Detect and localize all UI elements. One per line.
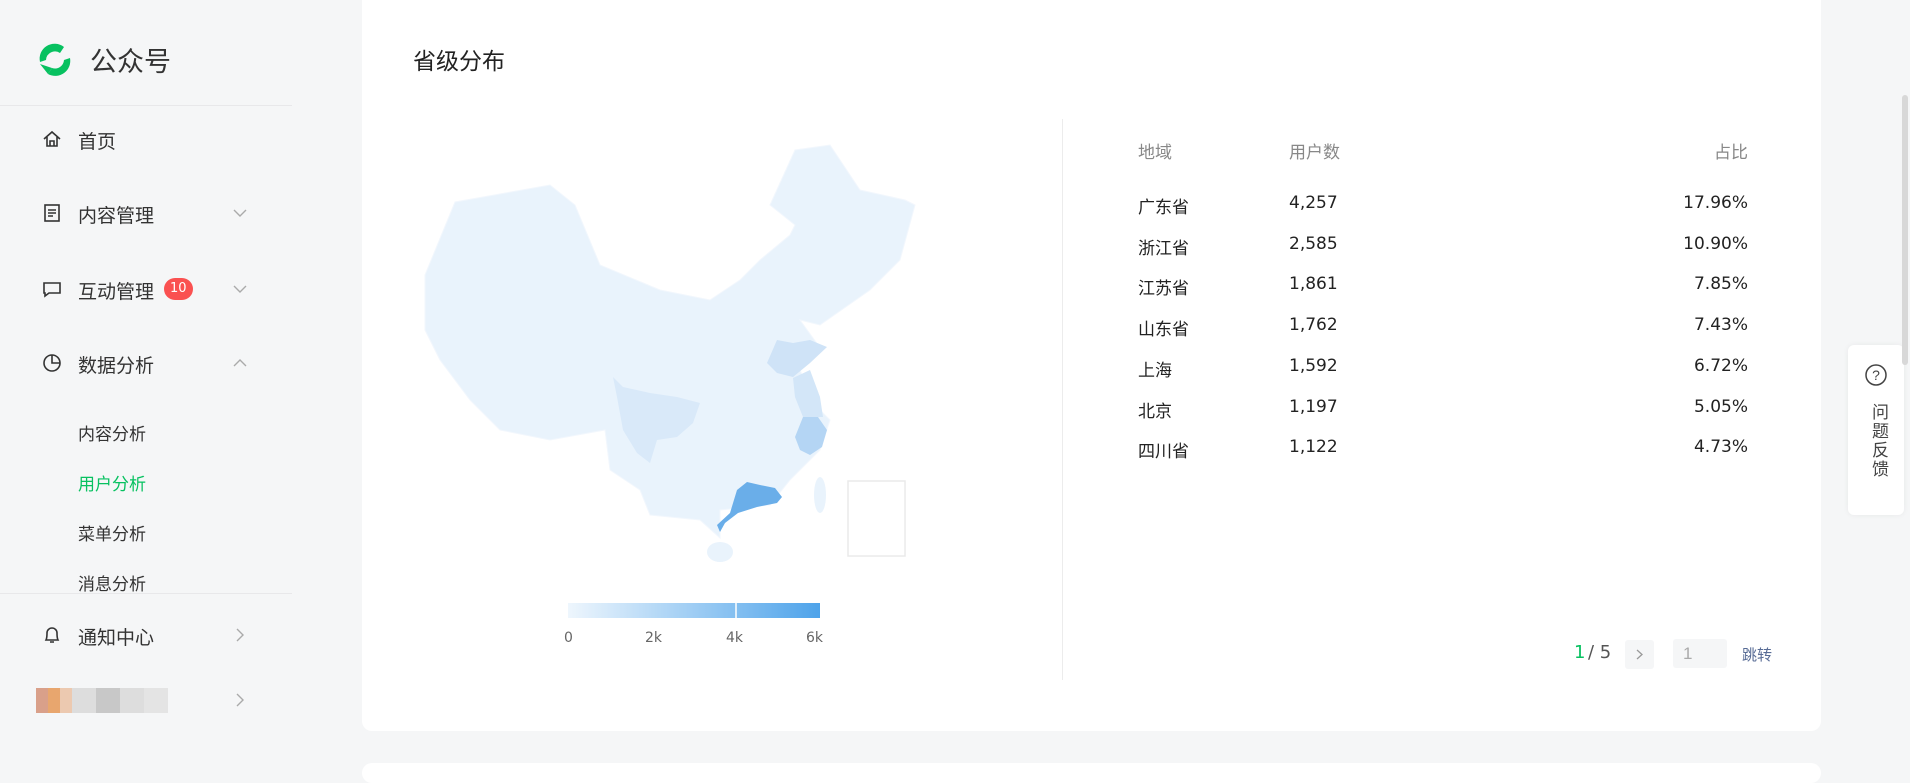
next-page-button[interactable] <box>1625 640 1654 669</box>
users-cell: 1,861 <box>1289 274 1338 295</box>
map-region-hainan <box>707 542 733 562</box>
table-row: 北京 1,197 5.05% <box>362 397 1821 427</box>
legend-tick: 0 <box>564 630 573 646</box>
south-china-sea-inset <box>847 480 906 557</box>
table-row: 山东省 1,762 7.43% <box>362 315 1821 345</box>
ratio-cell: 6.72% <box>1693 355 1748 376</box>
legend-tick: 6k <box>806 630 824 646</box>
users-cell: 1,197 <box>1289 396 1338 417</box>
ratio-cell: 5.05% <box>1693 396 1748 417</box>
jump-button[interactable]: 跳转 <box>1742 644 1772 665</box>
column-header-ratio: 占比 <box>1714 143 1748 163</box>
column-header-region: 地域 <box>1138 143 1172 163</box>
ratio-cell: 4.73% <box>1693 437 1748 458</box>
region-cell: 北京 <box>1138 401 1172 422</box>
current-page: 1 <box>1574 642 1586 663</box>
users-cell: 1,762 <box>1289 315 1338 336</box>
help-icon: ? <box>1865 364 1887 386</box>
users-cell: 4,257 <box>1289 193 1338 213</box>
region-cell: 江苏省 <box>1138 279 1189 300</box>
total-pages: / 5 <box>1588 642 1612 663</box>
table-row: 四川省 1,122 4.73% <box>362 437 1821 467</box>
avatar <box>36 688 168 713</box>
province-distribution-card: 省级分布 0 2k 4k 6k 地域 用户数 占比 广东省 4,257 17.96%… <box>362 0 1821 731</box>
chevron-right-icon <box>1636 649 1643 660</box>
scrollbar[interactable] <box>1902 95 1908 365</box>
region-cell: 四川省 <box>1138 442 1189 463</box>
table-row: 上海 1,592 6.72% <box>362 356 1821 386</box>
table-row: 浙江省 2,585 10.90% <box>362 234 1821 264</box>
users-cell: 1,122 <box>1289 437 1338 458</box>
region-cell: 广东省 <box>1138 198 1189 218</box>
feedback-label: 问题反馈 <box>1868 403 1888 479</box>
feedback-button[interactable]: ? 问题反馈 <box>1848 345 1904 515</box>
ratio-cell: 7.43% <box>1693 315 1748 336</box>
ratio-cell: 17.96% <box>1683 193 1748 213</box>
region-cell: 浙江省 <box>1138 238 1189 259</box>
ratio-cell: 10.90% <box>1683 233 1748 254</box>
region-cell: 山东省 <box>1138 320 1189 341</box>
ratio-cell: 7.85% <box>1693 274 1748 295</box>
column-header-users: 用户数 <box>1289 143 1340 163</box>
table-row: 江苏省 1,861 7.85% <box>362 274 1821 304</box>
table-row: 广东省 4,257 17.96% <box>362 193 1821 223</box>
page-jump-input[interactable] <box>1673 639 1727 668</box>
legend-tick: 2k <box>645 630 663 646</box>
users-cell: 1,592 <box>1289 355 1338 376</box>
legend-tick: 4k <box>726 630 744 646</box>
chevron-right-icon <box>236 693 244 707</box>
legend-gradient-bar <box>568 603 820 618</box>
region-cell: 上海 <box>1138 360 1172 381</box>
next-card <box>362 763 1821 783</box>
users-cell: 2,585 <box>1289 233 1338 254</box>
svg-text:?: ? <box>1872 367 1880 383</box>
map-region-taiwan <box>814 477 826 513</box>
